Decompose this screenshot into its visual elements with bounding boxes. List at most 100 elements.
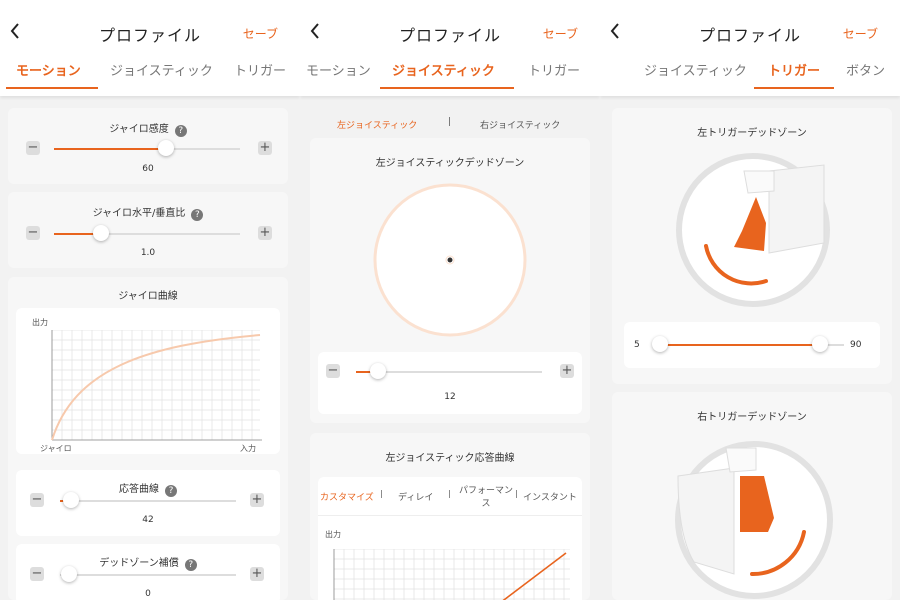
slider-knob[interactable] xyxy=(158,140,174,156)
right-trigger-card: 右トリガーデッドゾーン xyxy=(612,392,892,600)
header: プロファイル セーブ モーション ジョイスティック トリガー xyxy=(300,0,600,96)
slider-value: 42 xyxy=(142,515,154,525)
deadzone-card: 左ジョイスティックデッドゾーン − + 12 xyxy=(310,138,590,423)
question-circle-icon[interactable]: ? xyxy=(174,125,187,137)
save-button[interactable]: セーブ xyxy=(843,25,878,42)
left-trigger-range-card: 5 90 xyxy=(624,322,880,368)
curve-grid[interactable] xyxy=(44,330,262,448)
curve-tab-instant[interactable]: インスタント xyxy=(523,490,577,503)
slider-fill xyxy=(54,148,166,150)
tab-joystick[interactable]: ジョイスティック xyxy=(392,60,495,79)
range-slider-max-knob[interactable] xyxy=(812,336,828,352)
joystick-screen: プロファイル セーブ モーション ジョイスティック トリガー 左ジョイスティック… xyxy=(300,0,600,600)
slider-value: 12 xyxy=(444,392,456,402)
slider-track[interactable] xyxy=(60,500,236,502)
slider-track[interactable] xyxy=(60,574,236,576)
tab-bar: モーション ジョイスティック トリガー xyxy=(300,58,600,90)
curve-tab-delay[interactable]: ディレイ xyxy=(398,490,433,503)
tab-trigger[interactable]: トリガー xyxy=(768,60,820,79)
response-curve-label: 左ジョイスティック応答曲線 xyxy=(385,453,515,464)
curve-tab-performance[interactable]: パフォーマンス xyxy=(456,485,516,511)
tab-separator: | xyxy=(515,489,518,498)
curve-y-label: 出力 xyxy=(32,318,48,327)
response-curve-card: 応答曲線? − + 42 xyxy=(16,470,280,536)
tab-joystick[interactable]: ジョイスティック xyxy=(644,60,747,79)
question-circle-icon[interactable]: ? xyxy=(184,559,197,571)
save-button[interactable]: セーブ xyxy=(243,25,278,42)
plus-button[interactable]: + xyxy=(250,493,264,507)
plus-button[interactable]: + xyxy=(560,364,574,378)
question-circle-icon[interactable]: ? xyxy=(191,209,204,221)
left-trigger-dial xyxy=(676,153,830,307)
slider-knob[interactable] xyxy=(370,363,386,379)
header: プロファイル セーブ ン ジョイスティック トリガー ボタン xyxy=(600,0,900,96)
gyro-ratio-label: ジャイロ水平/垂直比? xyxy=(8,204,288,221)
question-circle-icon[interactable]: ? xyxy=(165,485,177,497)
range-slider-fill xyxy=(662,344,822,346)
range-slider-min-knob[interactable] xyxy=(652,336,668,352)
motion-screen: プロファイル セーブ モーション ジョイスティック トリガー ジャイロ感度? −… xyxy=(0,0,300,600)
gyro-curve-label: ジャイロ曲線 xyxy=(118,291,178,302)
trigger-screen: プロファイル セーブ ン ジョイスティック トリガー ボタン 左トリガーデッドゾ… xyxy=(600,0,900,600)
range-max-value: 90 xyxy=(850,340,862,350)
slider-value: 60 xyxy=(142,164,154,174)
active-tab-indicator xyxy=(754,87,834,89)
response-curve-panel: カスタマイズ | ディレイ | パフォーマンス | インスタント 出力 xyxy=(318,477,582,600)
plus-button[interactable]: + xyxy=(250,567,264,581)
slider-knob[interactable] xyxy=(63,492,79,508)
gyro-curve-card: ジャイロ曲線 出力 ジャイロ 入力 応答曲線? − + 42 デッドゾーン補償? xyxy=(8,277,288,600)
range-min-value: 5 xyxy=(634,340,640,350)
deadzone-label: 左ジョイスティックデッドゾーン xyxy=(375,158,525,169)
tab-joystick[interactable]: ジョイスティック xyxy=(110,60,213,79)
minus-button[interactable]: − xyxy=(30,567,44,581)
minus-button[interactable]: − xyxy=(26,226,40,240)
response-curve-section: 左ジョイスティック応答曲線 カスタマイズ | ディレイ | パフォーマンス | … xyxy=(310,433,590,600)
divider xyxy=(318,515,582,516)
tab-buttons[interactable]: ボタン xyxy=(846,60,885,79)
tab-bar: モーション ジョイスティック トリガー xyxy=(0,58,300,90)
curve-y-label: 出力 xyxy=(325,530,341,539)
right-trigger-dial xyxy=(675,441,833,599)
deadzone-comp-card: デッドゾーン補償? − + 0 xyxy=(16,544,280,600)
minus-button[interactable]: − xyxy=(30,493,44,507)
gyro-ratio-card: ジャイロ水平/垂直比? − + 1.0 xyxy=(8,192,288,268)
tab-separator: | xyxy=(380,489,383,498)
tab-motion[interactable]: モーション xyxy=(306,60,371,79)
deadzone-slider-card: − + 12 xyxy=(318,352,582,414)
curve-x-end-label: 入力 xyxy=(240,444,256,453)
right-joystick-tab[interactable]: 右ジョイスティック xyxy=(480,118,560,131)
minus-button[interactable]: − xyxy=(326,364,340,378)
tab-trigger[interactable]: トリガー xyxy=(234,60,286,79)
gyro-curve-chart: 出力 ジャイロ 入力 xyxy=(16,308,280,454)
tab-trigger[interactable]: トリガー xyxy=(528,60,580,79)
active-tab-indicator xyxy=(380,87,514,89)
gyro-sensitivity-card: ジャイロ感度? − + 60 xyxy=(8,108,288,184)
tab-separator: | xyxy=(448,489,451,498)
slider-knob[interactable] xyxy=(93,225,109,241)
gyro-sensitivity-label: ジャイロ感度? xyxy=(8,120,288,137)
slider-value: 0 xyxy=(145,589,151,599)
slider-value: 1.0 xyxy=(140,248,156,258)
response-curve-label: 応答曲線? xyxy=(16,480,280,497)
curve-line xyxy=(51,334,261,441)
left-trigger-card: 左トリガーデッドゾーン 5 90 xyxy=(612,108,892,384)
tab-bar: ン ジョイスティック トリガー ボタン xyxy=(600,58,900,90)
deadzone-comp-label: デッドゾーン補償? xyxy=(16,554,280,571)
joystick-deadzone-circle xyxy=(373,183,527,337)
curve-tab-custom[interactable]: カスタマイズ xyxy=(320,490,374,503)
tab-separator: | xyxy=(448,117,452,127)
save-button[interactable]: セーブ xyxy=(543,25,578,42)
minus-button[interactable]: − xyxy=(26,141,40,155)
left-joystick-tab[interactable]: 左ジョイスティック xyxy=(337,118,417,131)
active-tab-indicator xyxy=(6,87,98,89)
curve-line xyxy=(502,552,567,600)
plus-button[interactable]: + xyxy=(258,226,272,240)
right-trigger-label: 右トリガーデッドゾーン xyxy=(697,412,807,423)
plus-button[interactable]: + xyxy=(258,141,272,155)
curve-grid[interactable] xyxy=(332,549,572,600)
header: プロファイル セーブ モーション ジョイスティック トリガー xyxy=(0,0,300,96)
left-trigger-label: 左トリガーデッドゾーン xyxy=(697,128,807,139)
slider-knob[interactable] xyxy=(61,566,77,582)
curve-x-start-label: ジャイロ xyxy=(40,444,72,453)
tab-motion[interactable]: モーション xyxy=(16,60,81,79)
